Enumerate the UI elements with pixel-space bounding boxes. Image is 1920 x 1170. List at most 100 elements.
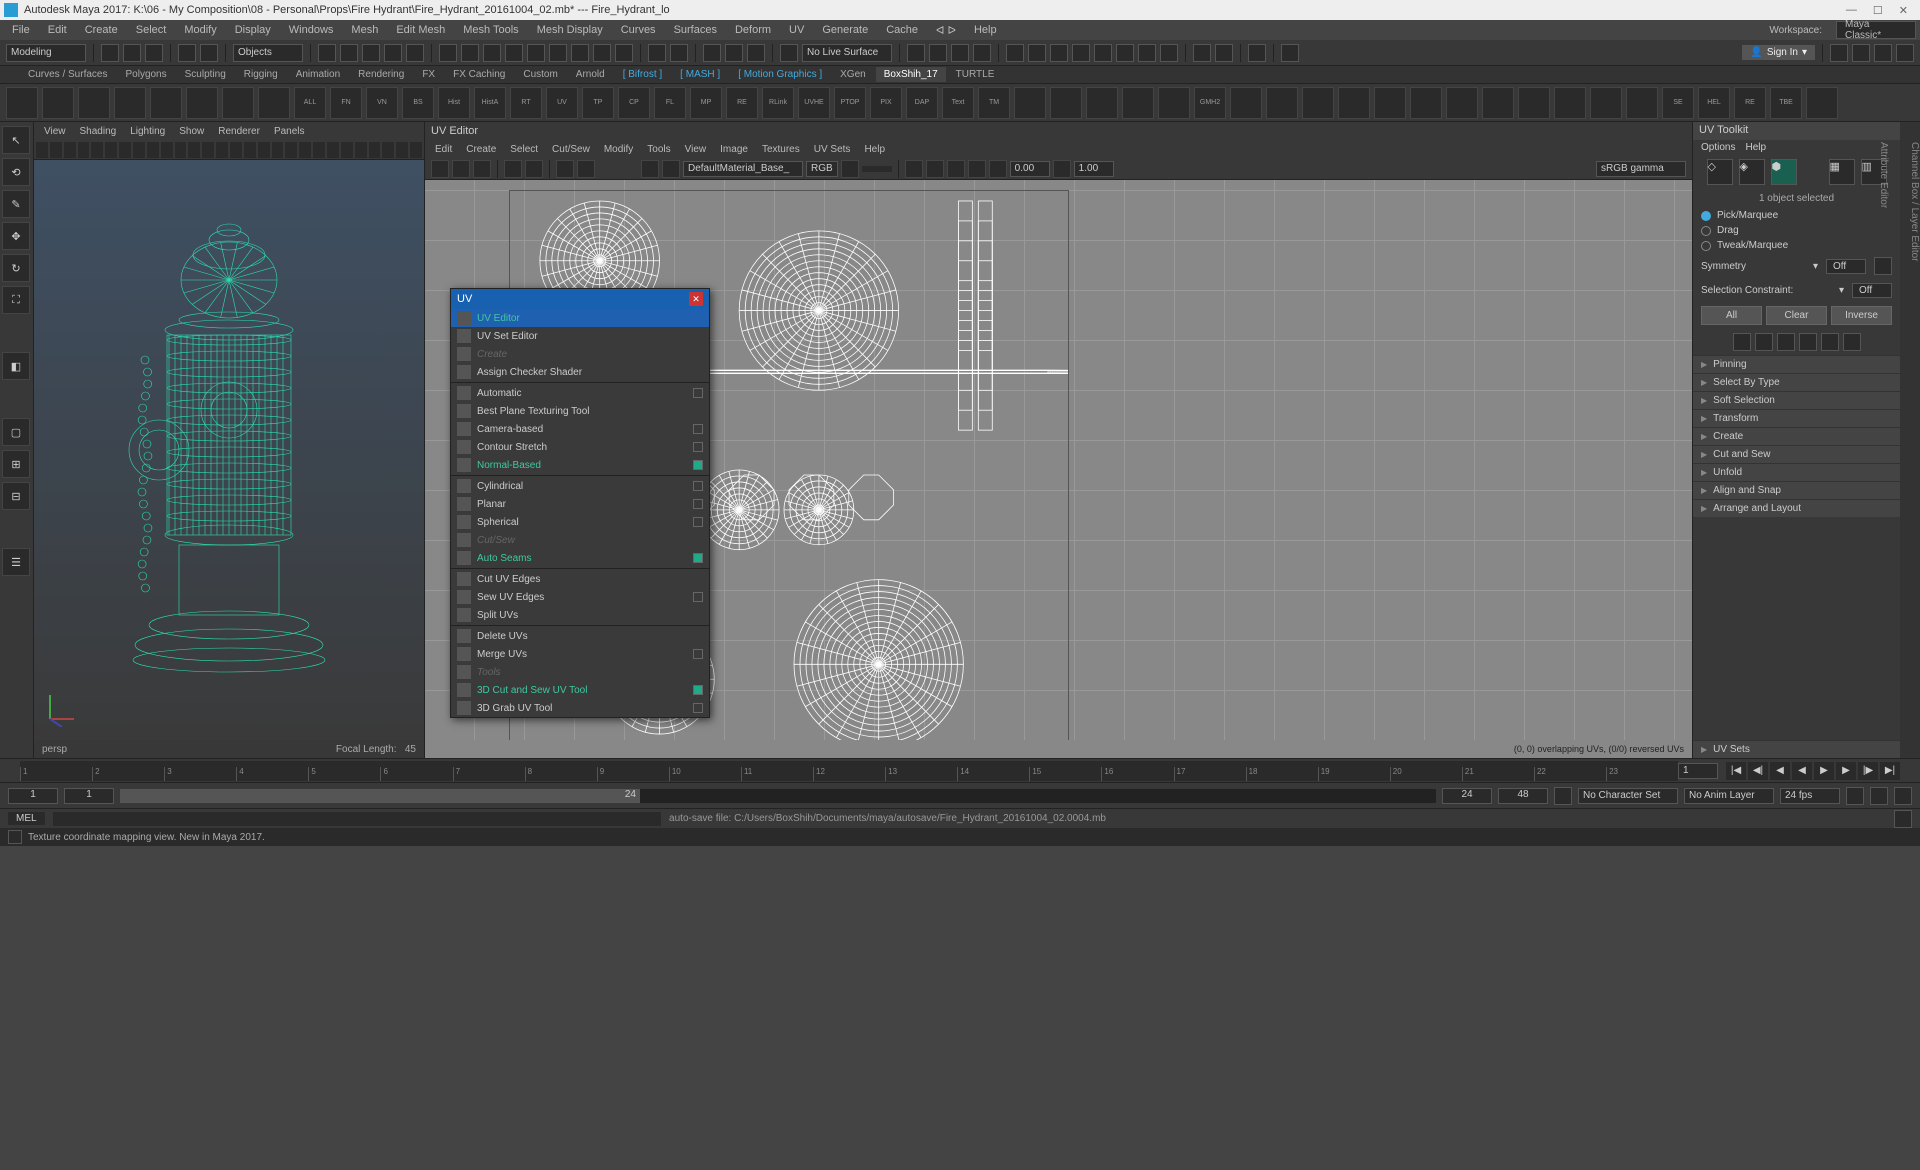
menu-set-selector[interactable]: Modeling	[6, 44, 86, 62]
ctx-menu-item[interactable]: Delete UVs	[451, 627, 709, 645]
script-lang-label[interactable]: MEL	[8, 812, 45, 825]
prefs-button2[interactable]	[1894, 787, 1912, 805]
shelf-button[interactable]: BS	[402, 87, 434, 119]
uv-tool-btn[interactable]	[431, 160, 449, 178]
snap-center-button[interactable]	[384, 44, 402, 62]
vp-tool-btn[interactable]	[244, 142, 256, 158]
vp-tool-btn[interactable]	[188, 142, 200, 158]
uv-tool-btn[interactable]	[577, 160, 595, 178]
sel-clear-button[interactable]: Clear	[1766, 306, 1827, 325]
ctx-menu-item[interactable]: Camera-based	[451, 420, 709, 438]
vp-tool-btn[interactable]	[341, 142, 353, 158]
tool-btn[interactable]	[951, 44, 969, 62]
vp-tool-btn[interactable]	[147, 142, 159, 158]
save-scene-button[interactable]	[145, 44, 163, 62]
shelf-button[interactable]	[1410, 87, 1442, 119]
toolkit-accordion[interactable]: Transform	[1693, 409, 1900, 427]
tool-btn[interactable]	[1248, 44, 1266, 62]
shelf-button[interactable]: PTOP	[834, 87, 866, 119]
maximize-button[interactable]: ☐	[1873, 4, 1883, 17]
tool-btn[interactable]	[439, 44, 457, 62]
tool-btn[interactable]	[1116, 44, 1134, 62]
toolkit-accordion[interactable]: Cut and Sew	[1693, 445, 1900, 463]
vp-tool-btn[interactable]	[258, 142, 270, 158]
shelf-tab[interactable]: BoxShih_17	[876, 67, 946, 82]
shelf-button[interactable]: Hist	[438, 87, 470, 119]
vp-tool-btn[interactable]	[161, 142, 173, 158]
shelf-button[interactable]: UV	[546, 87, 578, 119]
uv-tool-btn[interactable]	[947, 160, 965, 178]
snap-point-button[interactable]	[362, 44, 380, 62]
new-scene-button[interactable]	[101, 44, 119, 62]
uv-gamma-dropdown[interactable]: sRGB gamma	[1596, 161, 1686, 177]
uv-menu-select[interactable]: Select	[504, 143, 544, 156]
layout-single[interactable]: ▢	[2, 418, 30, 446]
tool-btn[interactable]	[747, 44, 765, 62]
uv-tool-btn[interactable]	[556, 160, 574, 178]
uv-menu-edit[interactable]: Edit	[429, 143, 458, 156]
uv-menu-modify[interactable]: Modify	[598, 143, 639, 156]
uv-tool-btn[interactable]	[905, 160, 923, 178]
tool-btn[interactable]	[1028, 44, 1046, 62]
ctx-menu-item[interactable]: Normal-Based	[451, 456, 709, 474]
ctx-menu-item[interactable]: Cut UV Edges	[451, 570, 709, 588]
step-forward-button[interactable]: ▶	[1836, 762, 1856, 780]
uv-exp-field[interactable]: 1.00	[1074, 161, 1114, 177]
vp-tool-btn[interactable]	[36, 142, 48, 158]
tool-btn[interactable]	[1050, 44, 1068, 62]
workspace-selector[interactable]: Maya Classic*	[1836, 21, 1916, 39]
shelf-button[interactable]	[258, 87, 290, 119]
tab-attribute-editor[interactable]: Attribute Editor	[1878, 142, 1889, 758]
paint-select-tool[interactable]: ✎	[2, 190, 30, 218]
uv-menu-uvsets[interactable]: UV Sets	[808, 143, 857, 156]
shelf-button[interactable]	[1626, 87, 1658, 119]
shelf-button[interactable]: Text	[942, 87, 974, 119]
shelf-button[interactable]: SE	[1662, 87, 1694, 119]
vp-tool-btn[interactable]	[313, 142, 325, 158]
script-editor-button[interactable]	[1894, 810, 1912, 828]
tool-btn[interactable]	[929, 44, 947, 62]
shelf-tab[interactable]: Curves / Surfaces	[20, 67, 115, 82]
shelf-button[interactable]	[1086, 87, 1118, 119]
shelf-button[interactable]	[1446, 87, 1478, 119]
vp-tool-btn[interactable]	[299, 142, 311, 158]
shelf-button[interactable]: TM	[978, 87, 1010, 119]
uv-tool-btn[interactable]	[662, 160, 680, 178]
radio-tweak[interactable]: Tweak/Marquee	[1693, 238, 1900, 253]
menu-modify[interactable]: Modify	[176, 22, 224, 38]
outliner-button[interactable]: ☰	[2, 548, 30, 576]
uv-menu-create[interactable]: Create	[460, 143, 502, 156]
play-forward-button[interactable]: ▶	[1814, 762, 1834, 780]
anim-layer-dropdown[interactable]: No Anim Layer	[1684, 788, 1774, 804]
tab-channel-box[interactable]: Channel Box / Layer Editor	[1909, 142, 1920, 758]
tool-btn[interactable]	[1830, 44, 1848, 62]
tool-btn[interactable]	[1094, 44, 1112, 62]
sel-mode-object[interactable]: ◇	[1707, 159, 1733, 185]
range-end-field[interactable]: 48	[1498, 788, 1548, 804]
uv-menu-view[interactable]: View	[679, 143, 713, 156]
go-start-button[interactable]: |◀	[1726, 762, 1746, 780]
playback-end-field[interactable]: 24	[1442, 788, 1492, 804]
vp-tool-btn[interactable]	[285, 142, 297, 158]
tool-btn[interactable]	[703, 44, 721, 62]
menu-surfaces[interactable]: Surfaces	[666, 22, 725, 38]
tool-btn[interactable]	[648, 44, 666, 62]
shelf-tab[interactable]: [ Motion Graphics ]	[730, 67, 830, 82]
ctx-menu-item[interactable]: Merge UVs	[451, 645, 709, 663]
uv-tool-btn[interactable]	[641, 160, 659, 178]
shelf-button[interactable]: UVHE	[798, 87, 830, 119]
ctx-menu-item[interactable]: Assign Checker Shader	[451, 363, 709, 381]
uv-tool-btn[interactable]	[926, 160, 944, 178]
vp-menu-shading[interactable]: Shading	[74, 125, 123, 138]
tool-btn[interactable]	[907, 44, 925, 62]
shelf-button[interactable]	[1122, 87, 1154, 119]
shelf-button[interactable]: RT	[510, 87, 542, 119]
vp-tool-btn[interactable]	[396, 142, 408, 158]
shelf-button[interactable]	[1482, 87, 1514, 119]
tool-btn[interactable]	[725, 44, 743, 62]
fps-dropdown[interactable]: 24 fps	[1780, 788, 1840, 804]
menu-mesh-tools[interactable]: Mesh Tools	[455, 22, 526, 38]
shelf-button[interactable]	[1014, 87, 1046, 119]
ctx-menu-item[interactable]: 3D Grab UV Tool	[451, 699, 709, 717]
shelf-button[interactable]	[1266, 87, 1298, 119]
